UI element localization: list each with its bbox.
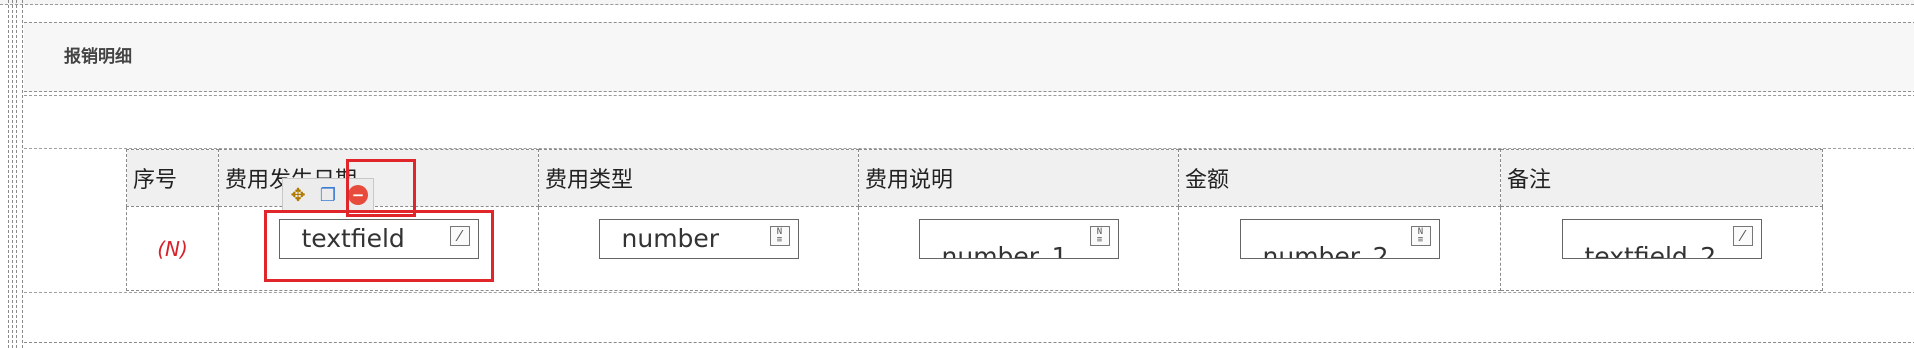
- edit-icon: [1732, 226, 1753, 246]
- move-icon[interactable]: ✥: [283, 179, 313, 211]
- top-strip: [0, 0, 1914, 5]
- selected-field-highlight: [264, 210, 494, 282]
- number-input[interactable]: number N ≡: [598, 219, 799, 259]
- guide-line: [22, 0, 23, 348]
- section-title: 报销明细: [64, 47, 132, 67]
- guide-line: [8, 0, 9, 348]
- field-label: number_2: [1262, 242, 1389, 259]
- header-expense-desc[interactable]: 费用说明: [858, 149, 1179, 207]
- textfield-2-input[interactable]: textfield_2: [1561, 219, 1762, 259]
- cell-amount: number_2 N ≡: [1178, 206, 1501, 291]
- cell-expense-type: number N ≡: [538, 206, 859, 291]
- copy-icon[interactable]: ❐: [313, 179, 343, 211]
- row-seq: (N): [126, 206, 219, 291]
- section-border-bottom: [24, 342, 1914, 343]
- section-header[interactable]: 报销明细: [24, 22, 1914, 96]
- number-icon: N ≡: [1089, 226, 1110, 246]
- field-label: number: [621, 224, 720, 253]
- cell-remark: textfield_2: [1500, 206, 1823, 291]
- number-icon: N ≡: [1410, 226, 1431, 246]
- guide-line: [16, 0, 17, 348]
- header-amount[interactable]: 金额: [1178, 149, 1501, 207]
- field-label: number_1: [941, 242, 1068, 259]
- number-1-input[interactable]: number_1 N ≡: [918, 219, 1119, 259]
- header-remark[interactable]: 备注: [1500, 149, 1823, 207]
- number-2-input[interactable]: number_2 N ≡: [1239, 219, 1440, 259]
- delete-button-highlight: [346, 159, 416, 217]
- guide-line: [12, 0, 13, 348]
- cell-expense-desc: number_1 N ≡: [858, 206, 1179, 291]
- number-icon: N ≡: [769, 226, 790, 246]
- grid-border-bottom: [24, 292, 1914, 293]
- header-seq[interactable]: 序号: [126, 149, 219, 207]
- header-expense-type[interactable]: 费用类型: [538, 149, 859, 207]
- field-label: textfield_2: [1584, 242, 1717, 259]
